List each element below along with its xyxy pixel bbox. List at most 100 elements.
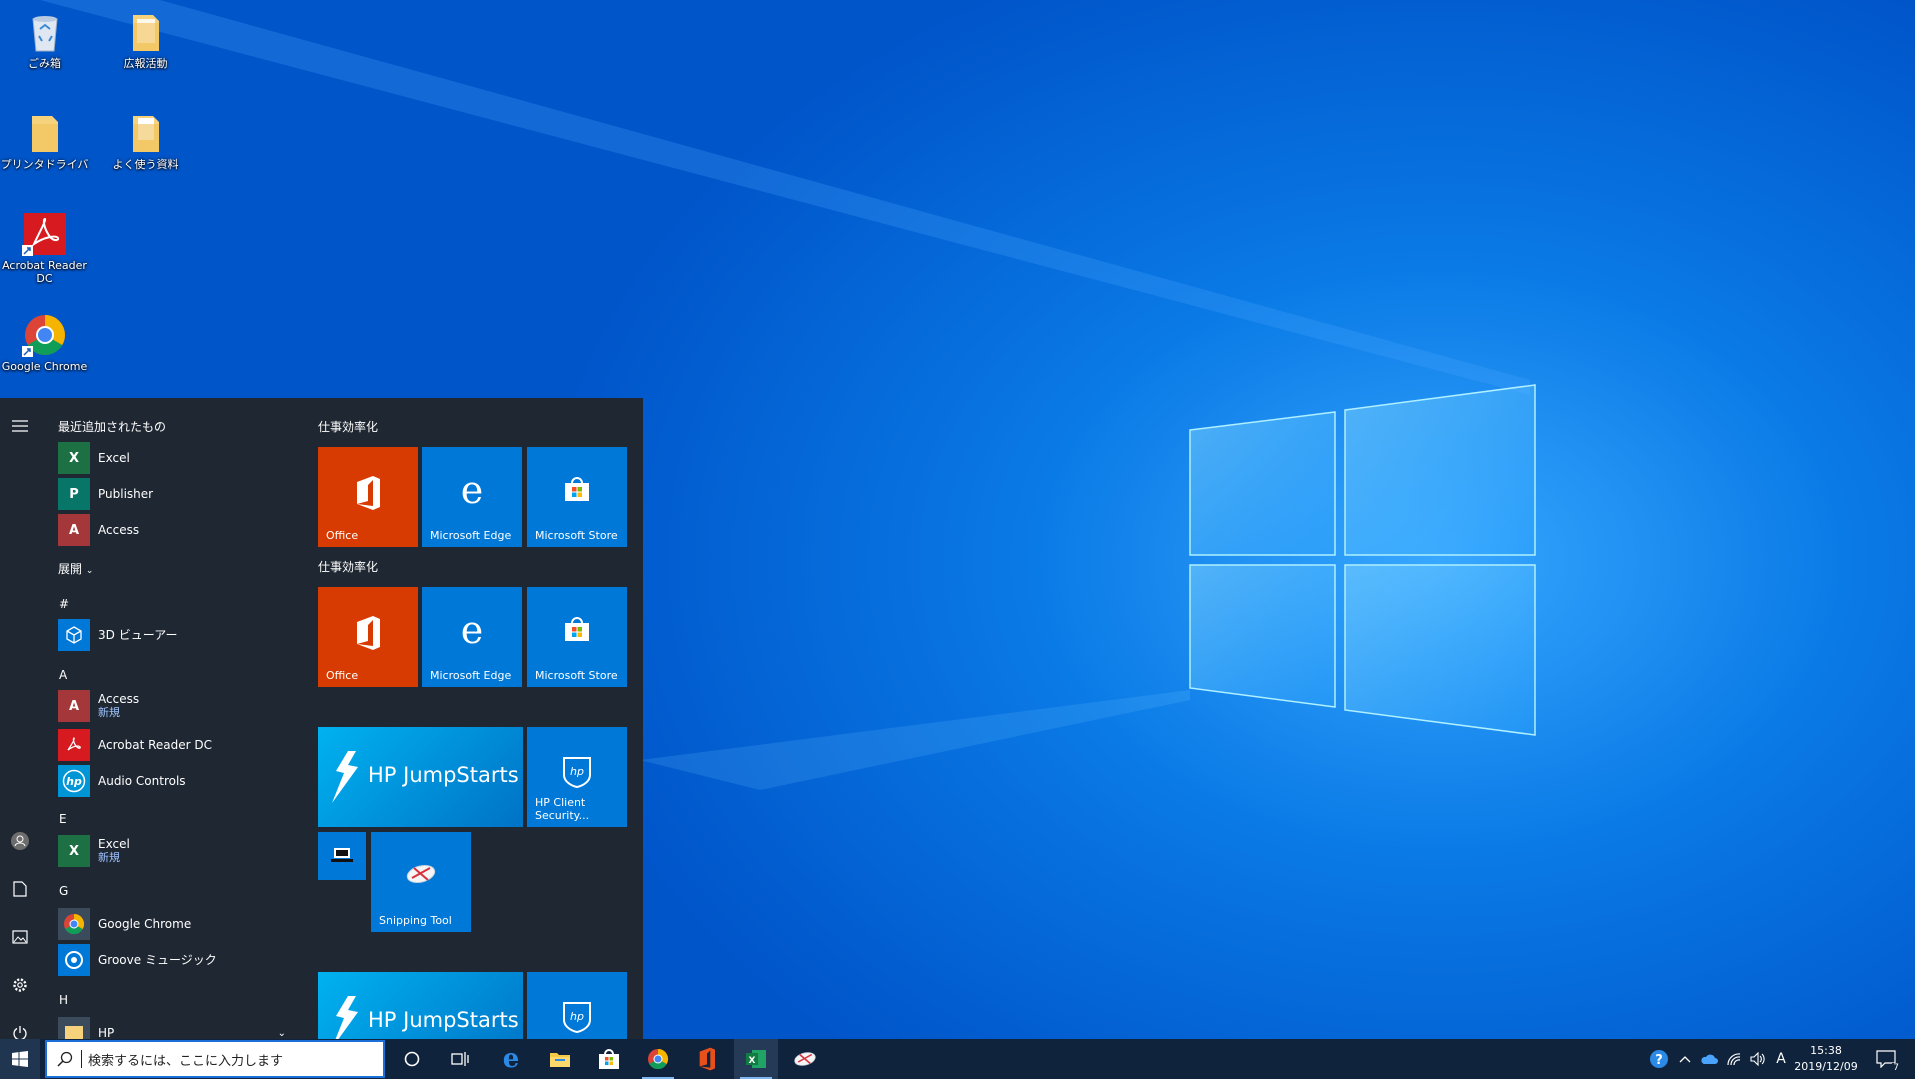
start-button[interactable] [0, 1039, 40, 1079]
svg-text:hp: hp [570, 765, 584, 778]
app-item-acrobat-reader[interactable]: Acrobat Reader DC [58, 728, 298, 762]
tile-group-title[interactable]: 仕事効率化 [318, 558, 378, 575]
app-item-groove-music[interactable]: Groove ミュージック [58, 943, 298, 977]
hamburger-icon [12, 420, 28, 432]
tile-microsoft-edge[interactable]: e Microsoft Edge [422, 587, 522, 687]
excel-icon: X [58, 442, 90, 474]
app-label: 3D ビューアー [98, 628, 178, 642]
desktop-icon-chrome[interactable]: Google Chrome [0, 306, 92, 373]
tile-label: Office [326, 669, 359, 682]
hamburger-menu-button[interactable] [0, 408, 40, 444]
taskbar-edge[interactable]: e [489, 1039, 533, 1079]
taskbar-snipping-tool[interactable] [783, 1039, 827, 1079]
chevron-down-icon: ⌄ [277, 1027, 286, 1039]
app-item-publisher-recent[interactable]: P Publisher [58, 477, 298, 511]
clock-date: 2019/12/09 [1794, 1060, 1858, 1073]
snipping-tool-icon [371, 862, 471, 886]
clock[interactable]: 15:38 2019/12/09 [1786, 1043, 1866, 1075]
tile-small-app[interactable] [318, 832, 366, 880]
tile-label: Microsoft Edge [430, 669, 512, 682]
app-list: 最近追加されたもの X Excel P Publisher A Access 展… [48, 398, 300, 1039]
taskbar-excel[interactable]: X [734, 1039, 778, 1079]
user-account-button[interactable] [0, 823, 40, 859]
svg-text:hp: hp [570, 1010, 584, 1023]
recently-added-header: 最近追加されたもの [58, 420, 167, 434]
settings-button[interactable] [0, 967, 40, 1003]
desktop-icon-recycle-bin[interactable]: ごみ箱 [0, 3, 92, 70]
folder-icon [123, 9, 169, 55]
section-letter-g[interactable]: G [59, 884, 68, 898]
tile-office[interactable]: Office [318, 447, 418, 547]
desktop-icon-folder-pr[interactable]: 広報活動 [98, 3, 193, 70]
documents-button[interactable] [0, 871, 40, 907]
hp-jumpstarts-icon [332, 751, 358, 803]
volume-tray-button[interactable] [1746, 1039, 1770, 1079]
tile-label: Office [326, 529, 359, 542]
desktop-icon-folder-documents[interactable]: よく使う資料 [98, 104, 193, 171]
tile-microsoft-store[interactable]: Microsoft Store [527, 447, 627, 547]
section-letter-h[interactable]: H [59, 993, 68, 1007]
tile-hp-jumpstarts-2[interactable]: HP JumpStarts [318, 972, 523, 1039]
task-view-button[interactable] [440, 1039, 480, 1079]
cortana-button[interactable] [392, 1039, 432, 1079]
pictures-button[interactable] [0, 919, 40, 955]
taskbar-chrome[interactable] [636, 1039, 680, 1079]
tile-hp-jumpstarts[interactable]: HP JumpStarts [318, 727, 523, 827]
start-menu-rail [0, 398, 40, 1039]
tile-snipping-tool[interactable]: Snipping Tool [371, 832, 471, 932]
tile-office[interactable]: Office [318, 587, 418, 687]
hp-jumpstarts-icon [335, 996, 358, 1039]
search-placeholder: 検索するには、ここに入力します [88, 1053, 284, 1069]
wifi-icon [1727, 1053, 1741, 1066]
folder-icon [58, 1017, 90, 1039]
app-item-access-recent[interactable]: A Access [58, 513, 298, 547]
folder-icon [123, 110, 169, 156]
chrome-icon [58, 908, 90, 940]
section-letter-a[interactable]: A [59, 668, 67, 682]
section-letter-e[interactable]: E [59, 812, 67, 826]
action-center-button[interactable]: 7 [1868, 1039, 1904, 1079]
onedrive-tray-button[interactable] [1697, 1039, 1721, 1079]
show-hidden-icons-button[interactable] [1675, 1039, 1695, 1079]
tile-group-title[interactable]: 仕事効率化 [318, 418, 378, 435]
tile-hp-client-security[interactable]: hp HP Client Security... [527, 727, 627, 827]
power-button[interactable] [0, 1015, 40, 1039]
tile-microsoft-edge[interactable]: e Microsoft Edge [422, 447, 522, 547]
store-icon [527, 475, 627, 503]
search-box[interactable]: 検索するには、ここに入力します [45, 1040, 385, 1078]
acrobat-icon [21, 211, 68, 257]
app-item-3d-viewer[interactable]: 3D ビューアー [58, 618, 298, 652]
search-icon [57, 1051, 73, 1067]
new-badge: 新規 [98, 851, 120, 864]
expand-button[interactable]: 展開 ⌄ [58, 560, 93, 577]
help-tray-icon-button[interactable]: ? [1646, 1039, 1672, 1079]
app-item-excel[interactable]: X Excel 新規 [58, 834, 298, 868]
tile-hp-client-security-2[interactable]: hp [527, 972, 627, 1039]
excel-icon: X [746, 1050, 766, 1068]
user-icon [11, 832, 29, 850]
tile-microsoft-store[interactable]: Microsoft Store [527, 587, 627, 687]
app-item-google-chrome[interactable]: Google Chrome [58, 907, 298, 941]
power-icon [13, 1026, 27, 1039]
text-cursor [81, 1050, 82, 1068]
app-item-excel-recent[interactable]: X Excel [58, 441, 298, 475]
desktop-icon-acrobat[interactable]: Acrobat Reader DC [0, 205, 92, 285]
groove-music-icon [58, 944, 90, 976]
network-tray-button[interactable] [1722, 1039, 1746, 1079]
store-icon [599, 1049, 619, 1069]
tile-label: HP JumpStarts [368, 763, 519, 787]
app-item-access[interactable]: A Access 新規 [58, 689, 298, 723]
new-badge: 新規 [98, 706, 120, 719]
picture-icon [12, 930, 28, 944]
taskbar-office[interactable] [685, 1039, 729, 1079]
app-item-audio-controls[interactable]: hp Audio Controls [58, 764, 298, 798]
app-label: Excel [98, 837, 130, 851]
taskbar-file-explorer[interactable] [538, 1039, 582, 1079]
desktop-icon-label: よく使う資料 [112, 158, 179, 171]
section-letter-hash[interactable]: # [59, 597, 69, 611]
taskbar-store[interactable] [587, 1039, 631, 1079]
app-label: Access [98, 692, 140, 706]
app-label: Google Chrome [98, 917, 192, 931]
desktop-icon-folder-printer-driver[interactable]: プリンタドライバ [0, 104, 92, 171]
app-item-hp-folder[interactable]: HP ⌄ [58, 1016, 298, 1039]
